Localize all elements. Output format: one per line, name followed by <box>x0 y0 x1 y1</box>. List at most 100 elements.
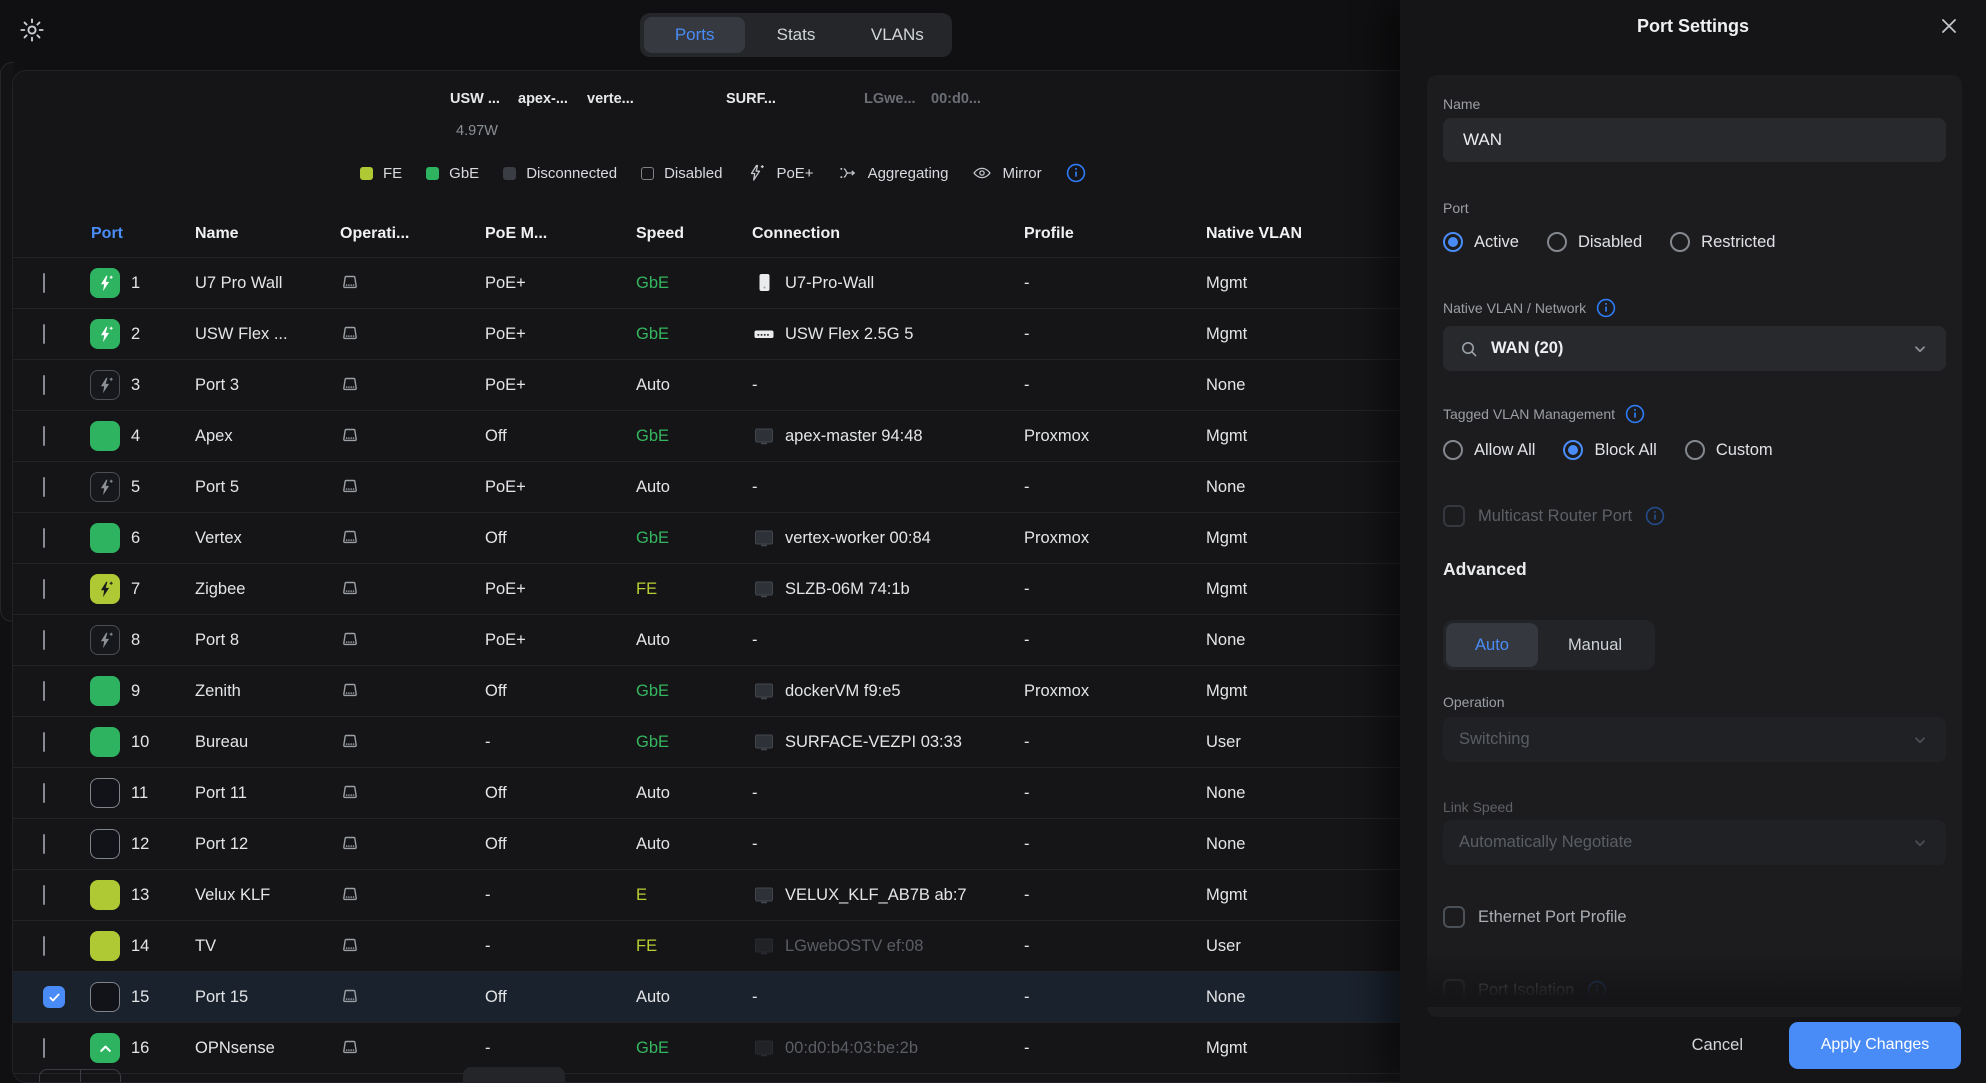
legend-poe: PoE+ <box>746 163 813 183</box>
connection-cell: dockerVM f9:e5 <box>738 679 1008 703</box>
info-icon[interactable] <box>1587 980 1607 1000</box>
row-checkbox[interactable] <box>43 681 45 701</box>
toggle-auto[interactable]: Auto <box>1446 623 1538 667</box>
port-name: Port 5 <box>181 478 323 497</box>
port-row-4[interactable]: 4ApexOffGbEapex-master 94:48ProxmoxMgmt <box>13 410 1409 461</box>
column-header-name[interactable]: Name <box>181 225 323 243</box>
row-checkbox[interactable] <box>43 528 45 548</box>
column-header-operation[interactable]: Operati... <box>323 225 468 243</box>
row-checkbox[interactable] <box>43 273 45 293</box>
native-vlan: Mgmt <box>1188 325 1409 344</box>
disabled-swatch <box>641 167 654 180</box>
table-footer-button-partial[interactable] <box>463 1067 565 1083</box>
info-icon[interactable] <box>1625 404 1645 424</box>
row-checkbox[interactable] <box>43 936 45 956</box>
native-vlan: Mgmt <box>1188 427 1409 446</box>
operation-label: Operation <box>1443 694 1946 711</box>
port-row-15[interactable]: 15Port 15OffAuto--None <box>13 971 1409 1022</box>
row-checkbox[interactable] <box>43 732 45 752</box>
radio-allow-all[interactable]: Allow All <box>1443 440 1535 460</box>
column-header-profile[interactable]: Profile <box>1008 225 1188 243</box>
port-row-16[interactable]: 16OPNsense-GbE00:d0:b4:03:be:2b-Mgmt <box>13 1022 1409 1073</box>
row-checkbox[interactable] <box>43 324 45 344</box>
apply-changes-button[interactable]: Apply Changes <box>1789 1022 1961 1069</box>
row-checkbox[interactable] <box>43 834 45 854</box>
port-row-14[interactable]: 14TV-FELGwebOSTV ef:08-User <box>13 920 1409 971</box>
row-select-cell <box>13 274 83 293</box>
legend-label: FE <box>383 165 402 182</box>
port-name: Velux KLF <box>181 886 323 905</box>
radio-custom[interactable]: Custom <box>1685 440 1773 460</box>
radio-dot-icon <box>1670 232 1690 252</box>
operation-select[interactable]: Switching <box>1443 717 1946 762</box>
column-header-port[interactable]: Port <box>83 225 181 243</box>
legend-label: Aggregating <box>868 165 949 182</box>
column-header-speed[interactable]: Speed <box>618 225 738 243</box>
port-row-10[interactable]: 10Bureau-GbESURFACE-VEZPI 03:33-User <box>13 716 1409 767</box>
row-select-cell <box>13 1039 83 1058</box>
settings-gear-icon[interactable] <box>18 16 46 44</box>
server-icon <box>752 883 776 907</box>
column-header-native-vlan[interactable]: Native VLAN <box>1188 225 1409 243</box>
port-row-11[interactable]: 11Port 11OffAuto--None <box>13 767 1409 818</box>
radio-block-all[interactable]: Block All <box>1563 440 1656 460</box>
row-checkbox[interactable] <box>43 783 45 803</box>
port-row-13[interactable]: 13Velux KLF-EVELUX_KLF_AB7B ab:7-Mgmt <box>13 869 1409 920</box>
toggle-manual[interactable]: Manual <box>1538 623 1652 667</box>
profile: - <box>1008 733 1188 752</box>
row-checkbox[interactable] <box>43 477 45 497</box>
connection-name: - <box>752 784 758 803</box>
tab-ports[interactable]: Ports <box>644 17 745 53</box>
name-input[interactable] <box>1443 118 1946 162</box>
info-icon[interactable] <box>1066 163 1086 183</box>
pagination-control-partial[interactable] <box>39 1069 121 1083</box>
port-row-8[interactable]: 8Port 8PoE+Auto--None <box>13 614 1409 665</box>
tab-stats[interactable]: Stats <box>745 17 846 53</box>
info-icon[interactable] <box>1645 506 1665 526</box>
port-row-9[interactable]: 9ZenithOffGbEdockerVM f9:e5ProxmoxMgmt <box>13 665 1409 716</box>
column-header-connection[interactable]: Connection <box>738 225 1008 243</box>
port-settings-form: Name Port ActiveDisabledRestricted Nativ… <box>1427 75 1962 1017</box>
row-checkbox[interactable] <box>43 426 45 446</box>
port-status-cell <box>83 829 125 859</box>
port-row-1[interactable]: 1U7 Pro WallPoE+GbEU7-Pro-Wall-Mgmt <box>13 257 1409 308</box>
port-row-5[interactable]: 5Port 5PoE+Auto--None <box>13 461 1409 512</box>
info-icon[interactable] <box>1596 298 1616 318</box>
port-row-6[interactable]: 6VertexOffGbEvertex-worker 00:84ProxmoxM… <box>13 512 1409 563</box>
port-row-2[interactable]: 2USW Flex ...PoE+GbEUSW Flex 2.5G 5-Mgmt <box>13 308 1409 359</box>
poe-mode: Off <box>468 784 618 803</box>
row-checkbox[interactable] <box>43 1038 45 1058</box>
tab-vlans[interactable]: VLANs <box>847 17 948 53</box>
device-label-00-d0: 00:d0... <box>931 91 981 107</box>
port-row-3[interactable]: 3Port 3PoE+Auto--None <box>13 359 1409 410</box>
port-status-icon-on <box>90 421 120 451</box>
poe-mode: Off <box>468 529 618 548</box>
cancel-button[interactable]: Cancel <box>1686 1035 1749 1056</box>
native-vlan-select[interactable]: WAN (20) <box>1443 326 1946 371</box>
row-checkbox[interactable] <box>43 986 65 1008</box>
port-row-7[interactable]: 7ZigbeePoE+FESLZB-06M 74:1b-Mgmt <box>13 563 1409 614</box>
row-checkbox[interactable] <box>43 630 45 650</box>
speed: Auto <box>618 835 738 854</box>
radio-restricted[interactable]: Restricted <box>1670 232 1775 252</box>
column-header-poe-mode[interactable]: PoE M... <box>468 225 618 243</box>
row-select-cell <box>13 784 83 803</box>
connection-cell: - <box>738 988 1008 1007</box>
port-row-12[interactable]: 12Port 12OffAuto--None <box>13 818 1409 869</box>
radio-active[interactable]: Active <box>1443 232 1519 252</box>
row-checkbox[interactable] <box>43 885 45 905</box>
profile: - <box>1008 274 1188 293</box>
close-icon[interactable] <box>1938 15 1960 37</box>
row-checkbox[interactable] <box>43 579 45 599</box>
search-icon <box>1459 339 1479 359</box>
multicast-router-port-checkbox[interactable] <box>1443 505 1465 527</box>
ethernet-port-profile-checkbox[interactable] <box>1443 906 1465 928</box>
connection-cell: 00:d0:b4:03:be:2b <box>738 1036 1008 1060</box>
port-isolation-checkbox[interactable] <box>1443 979 1465 1001</box>
radio-disabled[interactable]: Disabled <box>1547 232 1642 252</box>
port-number: 13 <box>125 886 181 905</box>
link-speed-select[interactable]: Automatically Negotiate <box>1443 820 1946 865</box>
operation-device-icon <box>323 577 468 601</box>
row-checkbox[interactable] <box>43 375 45 395</box>
native-vlan: Mgmt <box>1188 274 1409 293</box>
